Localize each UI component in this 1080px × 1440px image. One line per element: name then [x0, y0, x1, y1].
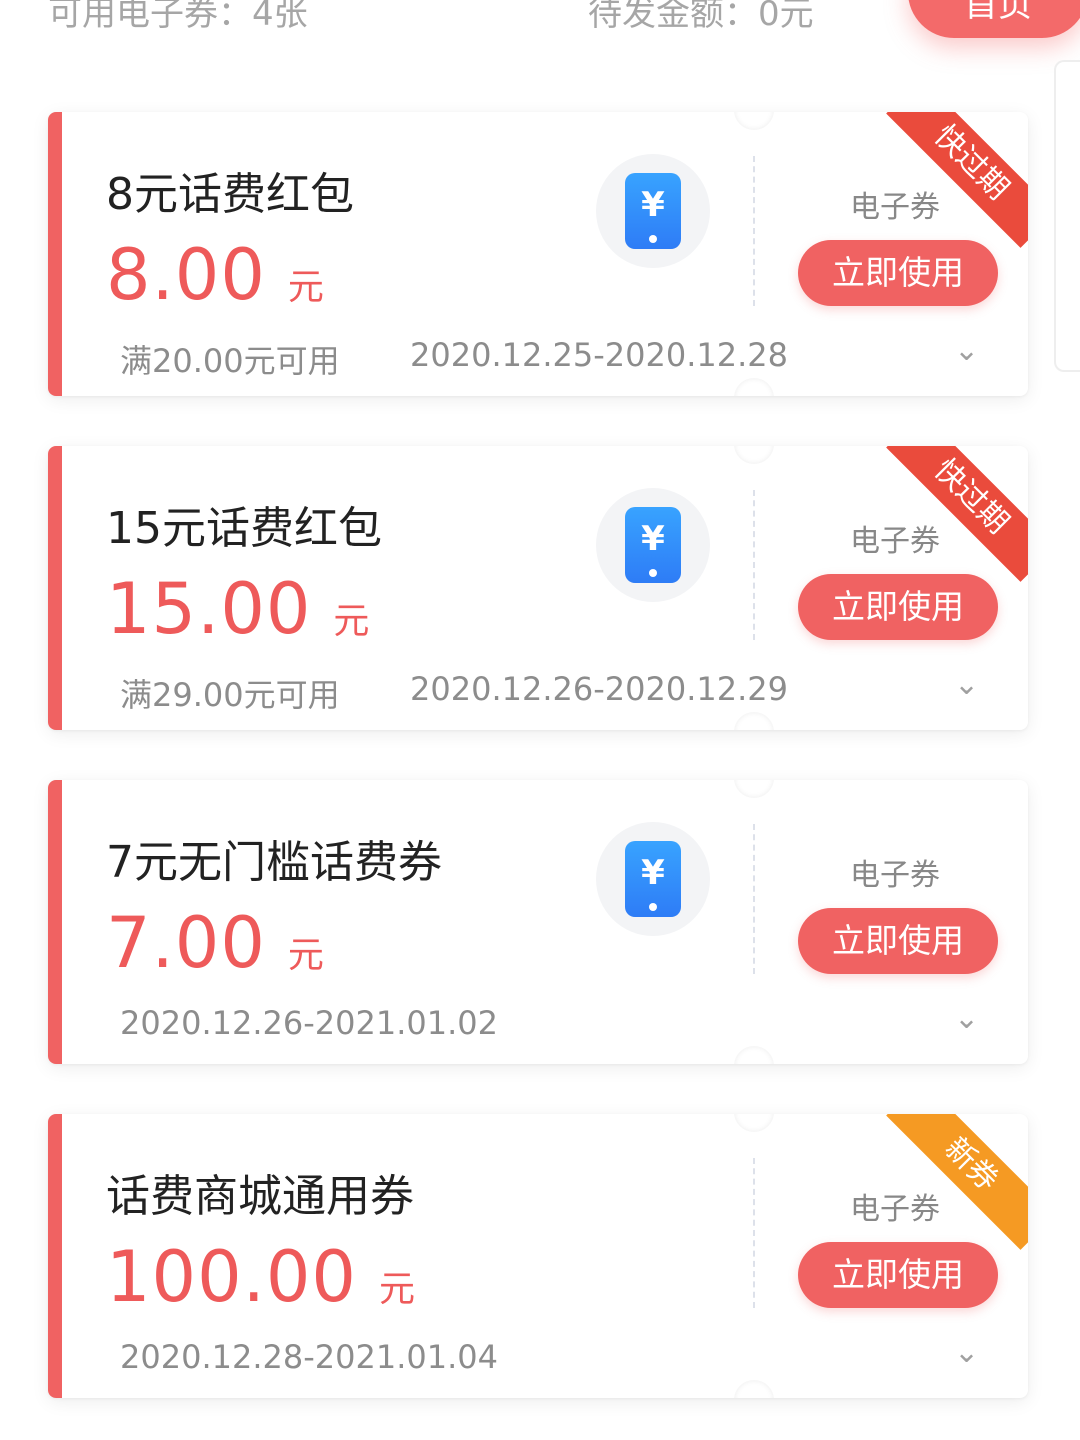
coupon-title: 7元无门槛话费券: [106, 837, 442, 888]
coupon-card[interactable]: 话费商城通用券 100.00 元 2020.12.28-2021.01.04 电子…: [48, 1114, 1028, 1398]
coupon-stripe: [48, 446, 62, 730]
use-now-button[interactable]: 立即使用: [798, 574, 998, 640]
chevron-down-icon[interactable]: ⌄: [954, 1338, 979, 1368]
use-now-button[interactable]: 立即使用: [798, 240, 998, 306]
coupon-title: 话费商城通用券: [106, 1171, 414, 1222]
coupon-validity: 2020.12.26-2020.12.29: [410, 670, 788, 708]
use-now-button[interactable]: 立即使用: [798, 1242, 998, 1308]
coupon-notch: [734, 780, 774, 798]
coupon-amount-row: 100.00 元: [106, 1236, 415, 1318]
coupon-card[interactable]: 7元无门槛话费券 7.00 元 2020.12.26-2021.01.02 ¥ 电…: [48, 780, 1028, 1064]
coupon-notch: [734, 446, 774, 464]
expiring-badge: 快过期: [886, 112, 1028, 248]
coupon-validity: 2020.12.26-2021.01.02: [120, 1004, 498, 1042]
coupon-card[interactable]: 15元话费红包 15.00 元 满29.00元可用 2020.12.26-2020…: [48, 446, 1028, 730]
coupon-amount: 7.00: [106, 902, 266, 984]
coupon-condition: 满29.00元可用: [120, 676, 340, 714]
coupon-notch: [734, 112, 774, 130]
coupon-list-page: 可用电子券：4张 待发金额：0元 首页 8元话费红包 8.00 元 满20.00元…: [0, 0, 1080, 1440]
yuan-icon: ¥: [625, 173, 681, 249]
home-button[interactable]: 首页: [908, 0, 1080, 38]
coupon-divider: [753, 824, 755, 974]
coupon-divider: [753, 1158, 755, 1308]
coupon-amount-row: 8.00 元: [106, 234, 324, 316]
coupon-notch: [734, 1046, 774, 1064]
coupon-amount-row: 7.00 元: [106, 902, 324, 984]
coupon-unit: 元: [287, 935, 324, 976]
coupon-notch: [734, 378, 774, 396]
coupon-notch: [734, 1380, 774, 1398]
coupon-validity: 2020.12.25-2020.12.28: [410, 336, 788, 374]
available-count: 可用电子券：4张: [48, 0, 308, 34]
chevron-down-icon[interactable]: ⌄: [954, 336, 979, 366]
coupon-type: 电子券: [850, 1192, 940, 1227]
coupon-stripe: [48, 780, 62, 1064]
chevron-down-icon[interactable]: ⌄: [954, 670, 979, 700]
coupon-validity: 2020.12.28-2021.01.04: [120, 1338, 498, 1376]
phone-yuan-icon: ¥: [596, 154, 710, 268]
expiring-badge: 快过期: [886, 446, 1028, 582]
phone-yuan-icon: ¥: [596, 488, 710, 602]
coupon-type: 电子券: [850, 524, 940, 559]
coupon-summary-bar: 可用电子券：4张 待发金额：0元 首页: [48, 0, 1080, 46]
coupon-amount-row: 15.00 元: [106, 568, 369, 650]
coupon-divider: [753, 156, 755, 306]
coupon-amount: 15.00: [106, 568, 312, 650]
coupon-amount: 8.00: [106, 234, 266, 316]
coupon-card[interactable]: 8元话费红包 8.00 元 满20.00元可用 2020.12.25-2020.1…: [48, 112, 1028, 396]
yuan-icon: ¥: [625, 841, 681, 917]
coupon-title: 8元话费红包: [106, 169, 354, 220]
yuan-icon: ¥: [625, 507, 681, 583]
coupon-stripe: [48, 1114, 62, 1398]
coupon-unit: 元: [378, 1269, 415, 1310]
pending-amount: 待发金额：0元: [588, 0, 814, 34]
chevron-down-icon[interactable]: ⌄: [954, 1004, 979, 1034]
coupon-amount: 100.00: [106, 1236, 357, 1318]
coupon-condition: 满20.00元可用: [120, 342, 340, 380]
new-badge: 新券: [886, 1114, 1028, 1250]
coupon-notch: [734, 712, 774, 730]
coupon-unit: 元: [333, 601, 370, 642]
phone-yuan-icon: ¥: [596, 822, 710, 936]
coupon-type: 电子券: [850, 190, 940, 225]
coupon-type: 电子券: [850, 858, 940, 893]
coupon-divider: [753, 490, 755, 640]
coupon-stripe: [48, 112, 62, 396]
side-panel-edge: [1054, 60, 1080, 372]
use-now-button[interactable]: 立即使用: [798, 908, 998, 974]
coupon-unit: 元: [287, 267, 324, 308]
coupon-notch: [734, 1114, 774, 1132]
coupon-title: 15元话费红包: [106, 503, 382, 554]
